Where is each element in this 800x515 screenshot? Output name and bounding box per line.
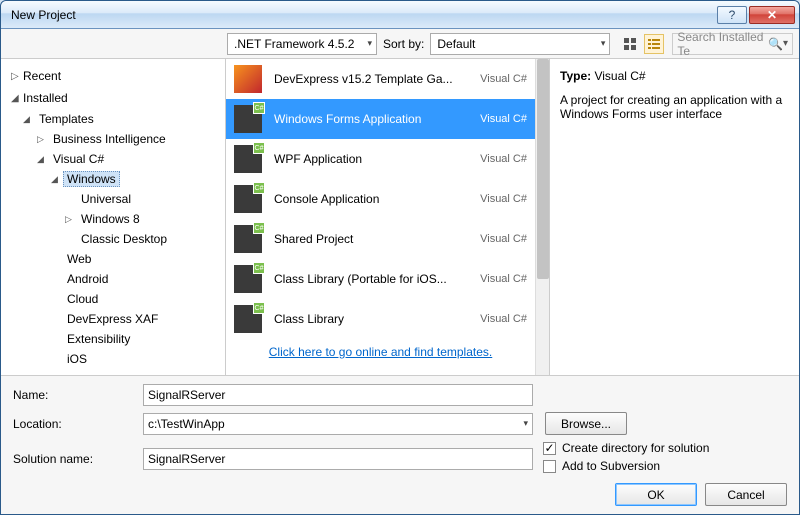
template-row[interactable]: C# Windows Forms ApplicationVisual C# bbox=[226, 99, 535, 139]
tree-vcs[interactable]: ◢Visual C# bbox=[33, 149, 225, 169]
chevron-down-icon: ▾ bbox=[601, 38, 606, 49]
template-icon: C# bbox=[234, 225, 262, 253]
location-label: Location: bbox=[13, 417, 143, 431]
chevron-down-icon: ◢ bbox=[51, 174, 63, 185]
titlebar[interactable]: New Project ? ✕ bbox=[1, 1, 799, 29]
view-icons-button[interactable] bbox=[620, 34, 640, 54]
chevron-down-icon: ▾ bbox=[523, 418, 528, 429]
template-name: Windows Forms Application bbox=[274, 112, 472, 126]
addsvn-checkbox[interactable] bbox=[543, 460, 556, 473]
sortby-combo[interactable]: Default ▾ bbox=[430, 33, 610, 55]
search-input[interactable]: Search Installed Te 🔍 ▾ bbox=[672, 33, 793, 55]
template-name: Class Library (Portable for iOS... bbox=[274, 272, 472, 286]
template-name: Console Application bbox=[274, 192, 472, 206]
chevron-down-icon: ◢ bbox=[37, 154, 49, 165]
new-project-dialog: New Project ? ✕ .NET Framework 4.5.2 ▾ S… bbox=[0, 0, 800, 515]
template-icon: C# bbox=[234, 185, 262, 213]
ok-button[interactable]: OK bbox=[615, 483, 697, 506]
chevron-down-icon: ◢ bbox=[11, 93, 23, 104]
details-pane: Type: Visual C# A project for creating a… bbox=[549, 59, 799, 375]
section-installed[interactable]: ◢Installed bbox=[1, 87, 225, 109]
scroll-thumb[interactable] bbox=[537, 59, 549, 279]
tree-templates[interactable]: ◢Templates bbox=[19, 109, 225, 129]
createdir-label: Create directory for solution bbox=[562, 441, 709, 455]
template-icon: C# bbox=[234, 265, 262, 293]
type-label: Type: bbox=[560, 69, 591, 83]
name-label: Name: bbox=[13, 388, 143, 402]
form-area: Name: SignalRServer Location: c:\TestWin… bbox=[1, 375, 799, 514]
template-lang: Visual C# bbox=[472, 273, 527, 285]
template-row[interactable]: C# Shared ProjectVisual C# bbox=[226, 219, 535, 259]
online-templates-link[interactable]: Click here to go online and find templat… bbox=[269, 345, 492, 359]
sortby-value: Default bbox=[437, 37, 475, 51]
view-list-button[interactable] bbox=[644, 34, 664, 54]
window-title: New Project bbox=[11, 8, 715, 22]
cancel-button[interactable]: Cancel bbox=[705, 483, 787, 506]
tree-dxaf[interactable]: DevExpress XAF bbox=[47, 309, 225, 329]
template-lang: Visual C# bbox=[472, 233, 527, 245]
template-lang: Visual C# bbox=[472, 193, 527, 205]
tree-bi[interactable]: ▷Business Intelligence bbox=[33, 129, 225, 149]
name-input[interactable]: SignalRServer bbox=[143, 384, 533, 406]
chevron-right-icon: ▷ bbox=[11, 71, 23, 82]
template-name: DevExpress v15.2 Template Ga... bbox=[274, 72, 472, 86]
location-input[interactable]: c:\TestWinApp▾ bbox=[143, 413, 533, 435]
template-icon: C# bbox=[234, 305, 262, 333]
template-row[interactable]: C# Class Library (Portable for iOS...Visu… bbox=[226, 259, 535, 299]
framework-combo[interactable]: .NET Framework 4.5.2 ▾ bbox=[227, 33, 377, 55]
addsvn-label: Add to Subversion bbox=[562, 459, 660, 473]
description: A project for creating an application wi… bbox=[560, 93, 789, 121]
template-row[interactable]: DevExpress v15.2 Template Ga...Visual C# bbox=[226, 59, 535, 99]
template-lang: Visual C# bbox=[472, 153, 527, 165]
template-row[interactable]: C# Class LibraryVisual C# bbox=[226, 299, 535, 339]
sortby-label: Sort by: bbox=[383, 37, 424, 51]
search-icon: 🔍 bbox=[768, 37, 783, 51]
template-icon: C# bbox=[234, 105, 262, 133]
chevron-down-icon: ▾ bbox=[367, 38, 372, 49]
close-button[interactable]: ✕ bbox=[749, 6, 795, 24]
list-icon bbox=[647, 37, 661, 51]
tree-web[interactable]: Web bbox=[47, 249, 225, 269]
tree-windows[interactable]: ◢Windows bbox=[47, 169, 225, 189]
template-icon: C# bbox=[234, 145, 262, 173]
chevron-right-icon: ▷ bbox=[65, 214, 77, 225]
browse-button[interactable]: Browse... bbox=[545, 412, 627, 435]
tree-android[interactable]: Android bbox=[47, 269, 225, 289]
template-lang: Visual C# bbox=[472, 113, 527, 125]
tree-ios[interactable]: iOS bbox=[47, 349, 225, 369]
template-lang: Visual C# bbox=[472, 313, 527, 325]
template-name: WPF Application bbox=[274, 152, 472, 166]
tree-win8[interactable]: ▷Windows 8 bbox=[61, 209, 225, 229]
template-name: Shared Project bbox=[274, 232, 472, 246]
grid-icon bbox=[623, 37, 637, 51]
chevron-down-icon: ◢ bbox=[23, 114, 35, 125]
section-recent[interactable]: ▷Recent bbox=[1, 65, 225, 87]
createdir-checkbox[interactable]: ✓ bbox=[543, 442, 556, 455]
template-row[interactable]: C# WPF ApplicationVisual C# bbox=[226, 139, 535, 179]
toolbar: .NET Framework 4.5.2 ▾ Sort by: Default … bbox=[1, 29, 799, 59]
tree-classic[interactable]: Classic Desktop bbox=[61, 229, 225, 249]
template-list: DevExpress v15.2 Template Ga...Visual C#… bbox=[226, 59, 535, 375]
template-lang: Visual C# bbox=[472, 73, 527, 85]
type-value: Visual C# bbox=[594, 69, 645, 83]
tree-ext[interactable]: Extensibility bbox=[47, 329, 225, 349]
solution-input[interactable]: SignalRServer bbox=[143, 448, 533, 470]
category-tree: ▷Recent ◢Installed ◢Templates ▷Business … bbox=[1, 59, 226, 375]
solution-label: Solution name: bbox=[13, 452, 143, 466]
scrollbar[interactable] bbox=[535, 59, 549, 375]
template-row[interactable]: C# Console ApplicationVisual C# bbox=[226, 179, 535, 219]
tree-cloud[interactable]: Cloud bbox=[47, 289, 225, 309]
chevron-right-icon: ▷ bbox=[37, 134, 49, 145]
template-name: Class Library bbox=[274, 312, 472, 326]
framework-value: .NET Framework 4.5.2 bbox=[234, 37, 354, 51]
template-icon bbox=[234, 65, 262, 93]
help-button[interactable]: ? bbox=[717, 6, 747, 24]
tree-universal[interactable]: Universal bbox=[61, 189, 225, 209]
